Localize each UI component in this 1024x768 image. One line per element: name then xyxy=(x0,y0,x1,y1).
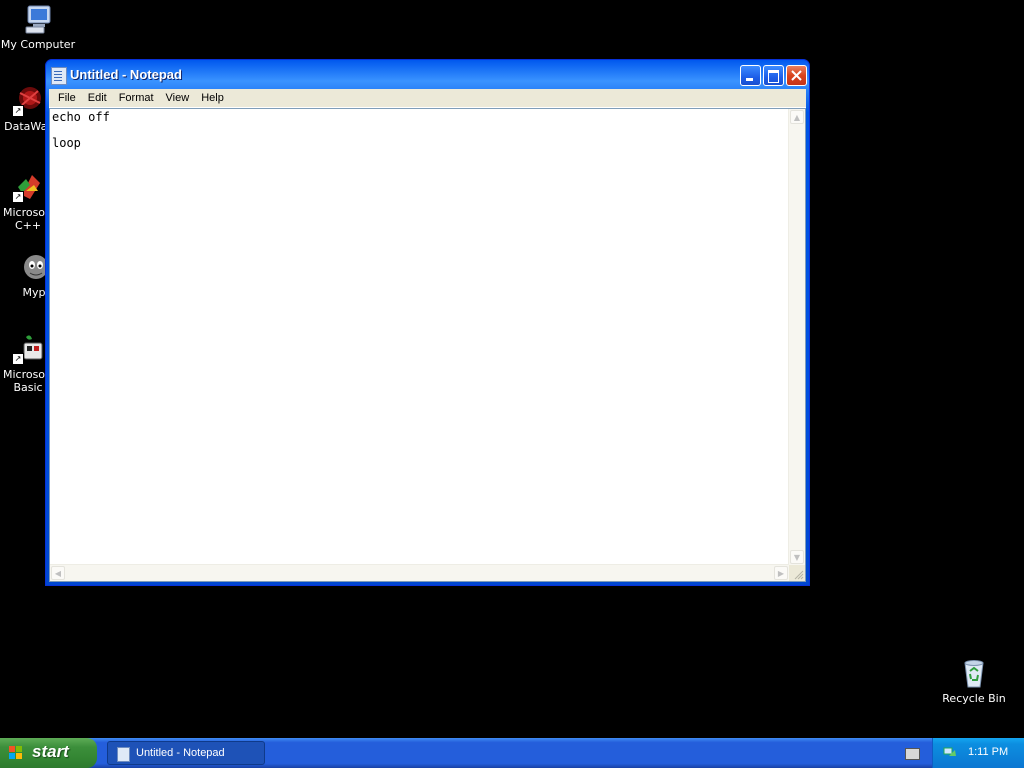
close-icon xyxy=(791,70,802,81)
notepad-icon xyxy=(51,67,67,85)
taskbar-button-notepad[interactable]: Untitled - Notepad xyxy=(107,741,265,765)
resize-grip-icon[interactable] xyxy=(789,565,805,581)
text-line-blank xyxy=(52,124,787,137)
scroll-down-arrow-icon[interactable]: ▼ xyxy=(790,550,804,564)
network-icon[interactable] xyxy=(943,746,957,760)
desktop-icon-my-computer[interactable]: My Computer xyxy=(0,3,76,51)
vertical-scrollbar[interactable]: ▲ ▼ xyxy=(788,109,805,565)
desktop-icon-recycle-bin[interactable]: Recycle Bin xyxy=(936,657,1012,705)
notepad-icon xyxy=(117,747,130,762)
shortcut-arrow-icon: ↗ xyxy=(12,191,24,203)
desktop-icon-label: My Computer xyxy=(0,38,76,51)
clock[interactable]: 1:11 PM xyxy=(968,746,1008,758)
menu-edit[interactable]: Edit xyxy=(82,92,113,104)
notepad-window[interactable]: Untitled - Notepad File Edit Format View… xyxy=(45,59,810,586)
scroll-right-arrow-icon[interactable]: ▶ xyxy=(774,566,788,580)
datawar-icon: ↗ xyxy=(12,85,44,117)
windows-logo-icon xyxy=(9,746,23,760)
scroll-up-arrow-icon[interactable]: ▲ xyxy=(790,110,804,124)
taskbar-button-label: Untitled - Notepad xyxy=(136,747,225,759)
menu-file[interactable]: File xyxy=(52,92,82,104)
title-bar[interactable]: Untitled - Notepad xyxy=(47,61,808,89)
maximize-button[interactable] xyxy=(763,65,784,86)
maximize-icon xyxy=(768,70,779,83)
menu-format[interactable]: Format xyxy=(113,92,160,104)
text-line: echo off xyxy=(52,110,110,124)
shortcut-arrow-icon: ↗ xyxy=(12,353,24,365)
window-client: File Edit Format View Help echo off loop… xyxy=(49,89,806,582)
close-button[interactable] xyxy=(786,65,807,86)
desktop-icon-label: Myp xyxy=(22,286,46,299)
recycle-bin-icon xyxy=(958,657,990,689)
taskbar: start Untitled - Notepad 1:11 PM xyxy=(0,738,1024,768)
text-editor[interactable]: echo off loop ▲ ▼ ◀ ▶ xyxy=(49,108,806,582)
menu-bar: File Edit Format View Help xyxy=(49,89,806,108)
text-content[interactable]: echo off loop xyxy=(52,111,787,563)
keyboard-icon[interactable] xyxy=(905,748,920,760)
menu-view[interactable]: View xyxy=(160,92,196,104)
window-title: Untitled - Notepad xyxy=(70,67,182,82)
shortcut-arrow-icon: ↗ xyxy=(12,105,24,117)
minimize-icon xyxy=(746,78,753,81)
start-label: start xyxy=(32,742,69,761)
desktop-icon-label: Recycle Bin xyxy=(942,692,1006,705)
minimize-button[interactable] xyxy=(740,65,761,86)
visual-cpp-icon: ↗ xyxy=(12,171,44,203)
scroll-left-arrow-icon[interactable]: ◀ xyxy=(51,566,65,580)
menu-help[interactable]: Help xyxy=(195,92,230,104)
horizontal-scrollbar[interactable]: ◀ ▶ xyxy=(50,564,789,581)
text-line: loop xyxy=(52,136,81,150)
my-computer-icon xyxy=(22,3,54,35)
system-tray: 1:11 PM xyxy=(932,738,1024,768)
visual-basic-icon: ↗ xyxy=(12,333,44,365)
start-button[interactable]: start xyxy=(0,738,97,768)
